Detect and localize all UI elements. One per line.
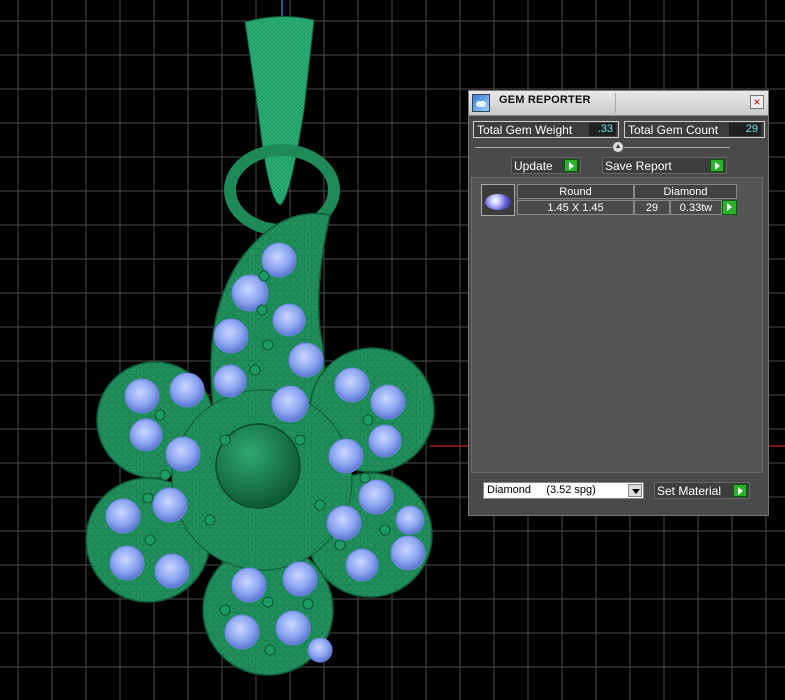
total-gem-count-value: 29 — [729, 123, 761, 136]
gem-size: 1.45 X 1.45 — [517, 200, 634, 215]
gem-reporter-icon — [472, 94, 490, 112]
pendant-model — [85, 15, 435, 676]
set-material-button-label: Set Material — [657, 484, 722, 498]
collapse-handle-icon[interactable] — [612, 141, 624, 153]
play-icon — [564, 159, 578, 172]
total-gem-count-field: Total Gem Count 29 — [624, 121, 765, 138]
panel-title: GEM REPORTER — [499, 94, 591, 106]
round-gem-icon — [481, 184, 515, 216]
total-gem-weight-value: .33 — [589, 123, 616, 136]
material-select[interactable]: Diamond (3.52 spg) — [483, 482, 644, 499]
update-button[interactable]: Update — [511, 157, 581, 174]
update-button-label: Update — [514, 159, 553, 173]
play-icon — [710, 159, 724, 172]
save-report-button-label: Save Report — [605, 159, 672, 173]
gem-details-button[interactable] — [722, 200, 737, 215]
material-select-value: Diamond (3.52 spg) — [487, 484, 596, 496]
gem-reporter-panel: GEM REPORTER × Total Gem Weight .33 Tota… — [468, 90, 769, 516]
title-divider — [615, 93, 616, 113]
total-gem-weight-label: Total Gem Weight — [477, 123, 573, 137]
close-icon[interactable]: × — [750, 95, 764, 109]
gem-count: 29 — [634, 200, 670, 215]
panel-splitter — [475, 147, 730, 148]
play-icon — [733, 484, 747, 497]
gem-list[interactable]: Round Diamond 1.45 X 1.45 29 0.33tw — [471, 177, 763, 473]
gem-weight: 0.33tw — [670, 200, 722, 215]
save-report-button[interactable]: Save Report — [602, 157, 727, 174]
set-material-button[interactable]: Set Material — [654, 482, 750, 499]
gem-material: Diamond — [634, 184, 737, 199]
total-gem-count-label: Total Gem Count — [628, 123, 719, 137]
chevron-down-icon[interactable] — [628, 484, 642, 497]
gem-shape: Round — [517, 184, 634, 199]
total-gem-weight-field: Total Gem Weight .33 — [473, 121, 619, 138]
panel-titlebar[interactable]: GEM REPORTER × — [469, 91, 768, 116]
